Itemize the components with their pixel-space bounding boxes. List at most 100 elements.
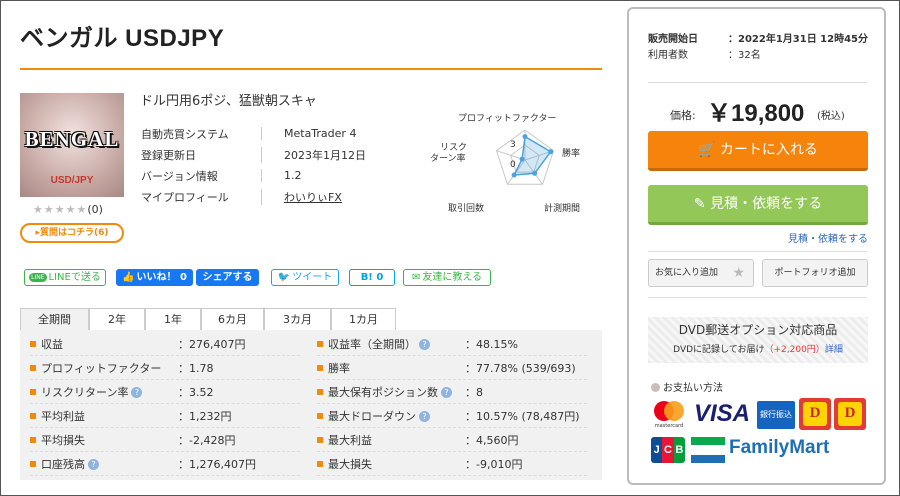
sale-start-value: ：2022年1月31日 12時45分 bbox=[728, 34, 869, 45]
info-value: 2023年1月12日 bbox=[261, 146, 366, 163]
stat-label: 最大損失 bbox=[328, 457, 372, 471]
stat-value: ：8 bbox=[465, 385, 483, 399]
stat-label: プロフィットファクター bbox=[41, 361, 162, 375]
dvd-option-title: DVD郵送オプション対応商品 bbox=[678, 323, 838, 337]
bullet-square-icon bbox=[317, 412, 323, 419]
info-key: バージョン情報 bbox=[141, 169, 218, 183]
product-thumbnail[interactable]: BENGAL USD/JPY bbox=[20, 93, 124, 197]
radar-point-risk bbox=[519, 156, 525, 162]
stat-row-avg-profit: 平均利益 ：1,232円 bbox=[30, 404, 300, 428]
stat-value: ：1,232円 bbox=[178, 409, 232, 423]
question-button[interactable]: ▸質問はコチラ(6) bbox=[20, 223, 124, 243]
mastercard-logo-icon: mastercard bbox=[654, 401, 684, 429]
line-icon: LINE bbox=[29, 273, 47, 282]
users-value: ：32名 bbox=[728, 50, 761, 61]
bank-transfer-icon: 銀行振込 bbox=[757, 401, 795, 429]
stat-label: 収益率（全期間） bbox=[328, 337, 416, 351]
line-share-label: LINEで送る bbox=[48, 272, 101, 283]
radar-label-risk-2: ターン率 bbox=[430, 152, 466, 164]
line-share-button[interactable]: LINE LINEで送る bbox=[24, 269, 106, 286]
profile-link[interactable]: わいりぃFX bbox=[261, 188, 342, 205]
help-icon[interactable]: ? bbox=[419, 410, 430, 422]
dvd-option-box: DVD郵送オプション対応商品 DVDに記録してお届け（+2,200円）詳細 bbox=[648, 317, 868, 363]
visa-logo-icon: VISA bbox=[694, 400, 751, 427]
stat-label: 平均損失 bbox=[41, 433, 85, 447]
dvd-option-price: （+2,200円） bbox=[764, 345, 825, 355]
request-quote-link[interactable]: 見積・依頼をする bbox=[629, 230, 868, 245]
add-favorite-label: お気に入り追加 bbox=[655, 268, 719, 278]
stat-value: ：-2,428円 bbox=[178, 433, 236, 447]
stat-label: 最大保有ポジション数 bbox=[328, 385, 438, 399]
tell-friend-button[interactable]: ✉ 友達に教える bbox=[403, 269, 491, 286]
product-catchphrase: ドル円用6ポジ、猛獣朝スキャ bbox=[140, 94, 317, 109]
stats-column-left: 収益 ：276,407円 プロフィットファクター ：1.78 リスクリターン率? ：3… bbox=[30, 332, 300, 476]
stat-row-risk-return: リスクリターン率? ：3.52 bbox=[30, 380, 300, 404]
facebook-share-button[interactable]: シェアする bbox=[196, 269, 259, 286]
stat-row-win-rate: 勝率 ：77.78% (539/693) bbox=[317, 356, 587, 380]
stat-value: ：1.78 bbox=[178, 361, 214, 375]
add-to-cart-label: カートに入れる bbox=[719, 142, 818, 158]
payment-title: お支払い方法 bbox=[663, 383, 723, 394]
hatena-bookmark-button[interactable]: B! 0 bbox=[349, 269, 395, 286]
familymart-icon bbox=[691, 437, 725, 463]
help-icon[interactable]: ? bbox=[441, 386, 452, 398]
tax-note: (税込) bbox=[817, 111, 845, 122]
tweet-button[interactable]: 🐦 ツイート bbox=[271, 269, 339, 286]
bullet-square-icon bbox=[317, 364, 323, 371]
info-key: 登録更新日 bbox=[141, 148, 196, 162]
help-icon[interactable]: ? bbox=[131, 386, 143, 398]
tab-3-months[interactable]: 3カ月 bbox=[264, 308, 331, 330]
radar-label-pf: プロフィットファクター bbox=[458, 113, 556, 124]
add-favorite-button[interactable]: お気に入り追加 ★ bbox=[648, 259, 754, 287]
tell-friend-label: 友達に教える bbox=[422, 272, 483, 283]
product-info-list: 自動売買システム MetaTrader 4 登録更新日 2023年1月12日 バ… bbox=[141, 123, 431, 207]
stats-panel: 収益 ：276,407円 プロフィットファクター ：1.78 リスクリターン率? ：3… bbox=[20, 330, 602, 480]
info-row-version: バージョン情報 1.2 bbox=[141, 165, 431, 186]
stat-label: リスクリターン率 bbox=[41, 385, 129, 399]
stat-value: ：276,407円 bbox=[178, 337, 246, 351]
bullet-square-icon bbox=[317, 436, 323, 443]
divider bbox=[648, 251, 867, 252]
like-label: いいね！ 0 bbox=[136, 272, 187, 283]
tab-6-months[interactable]: 6カ月 bbox=[201, 308, 264, 330]
stat-value: ：3.52 bbox=[178, 385, 214, 399]
rating-count: (0) bbox=[87, 203, 103, 216]
divider bbox=[648, 297, 867, 298]
pencil-icon: ✎ bbox=[693, 196, 711, 212]
stat-label: 口座残高 bbox=[41, 457, 85, 471]
radar-label-win: 勝率 bbox=[562, 147, 580, 159]
stat-value: ：1,276,407円 bbox=[178, 457, 256, 471]
request-quote-label: 見積・依頼をする bbox=[710, 196, 823, 212]
title-divider bbox=[20, 68, 602, 70]
info-key: マイプロフィール bbox=[141, 190, 229, 204]
radar-scale-outer: 3 bbox=[510, 140, 516, 150]
rating: ★★★★★(0) bbox=[33, 203, 103, 216]
stat-label: 平均利益 bbox=[41, 409, 85, 423]
help-icon[interactable]: ? bbox=[88, 458, 99, 470]
stat-row-max-profit: 最大利益 ：4,560円 bbox=[317, 428, 587, 452]
tab-all-period[interactable]: 全期間 bbox=[20, 308, 89, 330]
tab-1-month[interactable]: 1カ月 bbox=[331, 308, 396, 330]
tab-2-years[interactable]: 2年 bbox=[89, 308, 145, 330]
bullet-square-icon bbox=[317, 460, 323, 467]
add-to-cart-button[interactable]: 🛒 カートに入れる bbox=[648, 131, 868, 171]
divider bbox=[648, 82, 867, 83]
facebook-like-button[interactable]: 👍 いいね！ 0 bbox=[116, 269, 193, 286]
radar-value-area bbox=[512, 135, 552, 176]
info-value: MetaTrader 4 bbox=[261, 127, 356, 140]
add-portfolio-button[interactable]: ポートフォリオ追加 bbox=[762, 259, 868, 287]
radar-point-pf bbox=[522, 134, 528, 140]
cart-icon: 🛒 bbox=[698, 142, 720, 158]
purchase-sidebar: 販売開始日 ：2022年1月31日 12時45分 利用者数 ：32名 価格: ￥19… bbox=[627, 7, 886, 485]
request-quote-button[interactable]: ✎ 見積・依頼をする bbox=[648, 185, 868, 225]
tab-1-year[interactable]: 1年 bbox=[145, 308, 201, 330]
bullet-dot-icon bbox=[651, 383, 660, 392]
thumbs-up-icon: 👍 bbox=[122, 272, 135, 283]
help-icon[interactable]: ? bbox=[419, 338, 430, 350]
stat-row-max-loss: 最大損失 ：-9,010円 bbox=[317, 452, 587, 476]
star-icon: ★ bbox=[732, 265, 745, 281]
stat-label: 最大ドローダウン bbox=[328, 409, 416, 423]
radar-point-win bbox=[548, 149, 554, 155]
dvd-detail-link[interactable]: 詳細 bbox=[825, 345, 843, 355]
bullet-square-icon bbox=[30, 364, 36, 371]
